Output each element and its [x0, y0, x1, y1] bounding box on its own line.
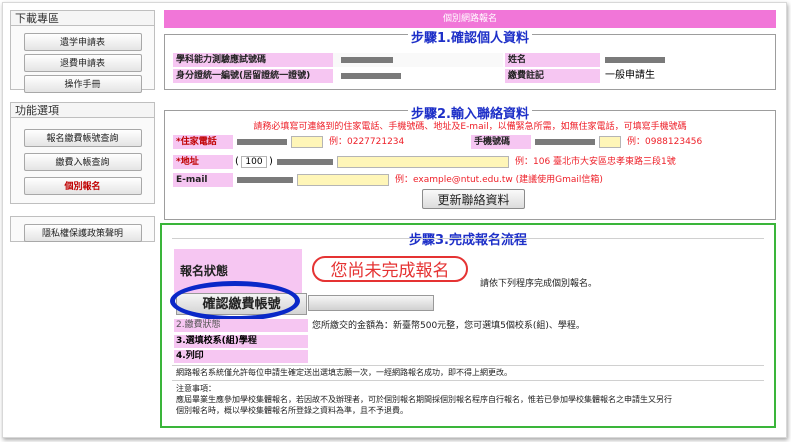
- update-contact-button[interactable]: 更新聯絡資料: [422, 189, 525, 209]
- address-label: *地址: [173, 155, 233, 169]
- fee-label: 繳費註記: [505, 69, 600, 83]
- step2-title: 步驟2.輸入聯絡資料: [408, 107, 532, 122]
- page-header: 個別網路報名: [164, 10, 776, 28]
- sidebar: 下載專區 遺学申請表 退費申請表 操作手冊 功能選項 報名繳費帳號查詢 繳費入帳…: [10, 10, 155, 430]
- highlight-circle: [170, 281, 300, 321]
- name-label: 姓名: [505, 53, 600, 67]
- sidebar-item-download-1[interactable]: 退費申請表: [23, 54, 142, 72]
- choose-department-label: 3.選填校系(組)學程: [174, 335, 308, 348]
- contact-notice: 請務必填寫可連絡到的住家電話、手機號碼、地址及E-mail，以備緊急所需，如無住…: [253, 122, 687, 132]
- zip-suffix: ): [269, 156, 273, 167]
- step2-box: 步驟2.輸入聯絡資料 請務必填寫可連絡到的住家電話、手機號碼、地址及E-mail…: [164, 107, 776, 220]
- step1-title: 步驟1.確認個人資料: [408, 31, 532, 46]
- step3-box: 步驟3.完成報名流程 報名狀態 您尚未完成報名 請依下列程序完成個別報名。 確認…: [160, 223, 776, 428]
- progress-bar: [308, 295, 434, 311]
- exam-id-label: 學科能力測驗應試號碼: [173, 53, 333, 67]
- id-number-label: 身分證統一編號(居留證統一證號): [173, 69, 333, 83]
- payment-status-text: 您所繳交的金額為：新臺幣500元整，您可選填5個校系(組)、學程。: [312, 321, 585, 331]
- email-redacted: [237, 177, 293, 183]
- payment-status-label: 2.繳費狀態: [174, 319, 308, 332]
- privacy-section: 隱私權保護政策聲明: [10, 216, 155, 242]
- sidebar-item-function-0[interactable]: 報名繳費帳號查詢: [23, 129, 142, 147]
- main-content: 個別網路報名 步驟1.確認個人資料 學科能力測驗應試號碼 姓名 身分證統一編號(…: [164, 10, 776, 220]
- home-phone-label: *住家電話: [173, 135, 233, 149]
- step1-box: 步驟1.確認個人資料 學科能力測驗應試號碼 姓名 身分證統一編號(居留證統一證號…: [164, 31, 776, 90]
- functions-section: 報名繳費帳號查詢 繳費入帳查詢 個別報名: [10, 118, 155, 204]
- step3-top-line: [172, 238, 764, 239]
- mobile-label: 手機號碼: [471, 135, 531, 149]
- address-redacted: [277, 159, 333, 165]
- downloads-section: 遺学申請表 退費申請表 操作手冊: [10, 26, 155, 93]
- mobile-example: 例：0988123456: [627, 137, 703, 147]
- home-phone-input[interactable]: [291, 136, 323, 148]
- home-phone-redacted: [237, 139, 287, 145]
- privacy-policy-button[interactable]: 隱私權保護政策聲明: [23, 224, 142, 242]
- sidebar-item-function-1[interactable]: 繳費入帳查詢: [23, 153, 142, 171]
- home-phone-example: 例：0227721234: [329, 137, 405, 147]
- sidebar-item-function-2[interactable]: 個別報名: [23, 177, 142, 195]
- email-label: E-mail: [173, 173, 233, 187]
- submission-rule: 網路報名系統僅允許每位申請生確定送出選填志願一次，一經網路報名成功，即不得上網更…: [176, 368, 512, 377]
- exam-id-redacted: [341, 57, 393, 63]
- sidebar-item-download-0[interactable]: 遺学申請表: [23, 33, 142, 51]
- print-label: 4.列印: [174, 350, 308, 363]
- step3-title: 步驟3.完成報名流程: [406, 233, 530, 248]
- functions-section-title: 功能選項: [10, 102, 155, 118]
- status-hint: 請依下列程序完成個別報名。: [480, 279, 598, 289]
- address-example: 例：106 臺北市大安區忠孝東路三段1號: [515, 157, 676, 167]
- email-example: 例：example@ntut.edu.tw (建議使用Gmail信箱): [395, 175, 603, 185]
- zip-input[interactable]: 100: [241, 156, 267, 168]
- downloads-section-title: 下載專區: [10, 10, 155, 26]
- status-text: 您尚未完成報名: [312, 256, 468, 282]
- mobile-input[interactable]: [599, 136, 621, 148]
- email-input[interactable]: [297, 174, 389, 186]
- name-redacted: [605, 57, 665, 63]
- notes-line-2: 個別報名時，概以學校集體報名所登錄之資料為準，且不予退費。: [176, 406, 408, 415]
- mobile-redacted: [535, 139, 595, 145]
- fee-value: 一般申請生: [605, 70, 655, 81]
- zip-prefix: (: [235, 156, 239, 167]
- address-input[interactable]: [337, 156, 509, 168]
- id-number-redacted: [341, 73, 401, 79]
